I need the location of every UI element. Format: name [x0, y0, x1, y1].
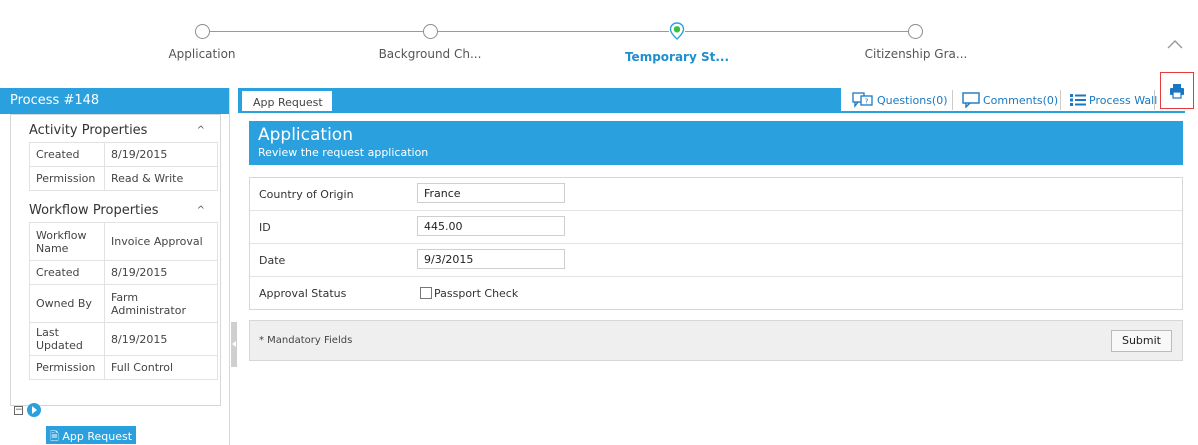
tab-underline	[238, 111, 1185, 113]
process-page: Application Background Ch... Temporary S…	[0, 0, 1198, 445]
step-connector	[210, 31, 423, 32]
print-icon	[1170, 83, 1184, 99]
tab-app-request[interactable]: App Request	[242, 91, 332, 112]
toolbar-divider	[952, 90, 953, 110]
workflow-properties-title: Workflow Properties	[29, 203, 159, 218]
form-row-id: ID	[250, 211, 1182, 244]
property-key: Permission	[29, 166, 105, 191]
property-value: 8/19/2015	[104, 142, 218, 167]
property-value: Invoice Approval	[104, 222, 218, 261]
step-label-application[interactable]: Application	[112, 47, 292, 61]
table-row: Owned By Farm Administrator	[29, 284, 218, 323]
property-value: Read & Write	[104, 166, 218, 191]
comment-icon	[962, 92, 980, 108]
sidebar-splitter[interactable]	[231, 322, 237, 367]
activity-properties-header[interactable]: Activity Properties ^	[11, 115, 220, 142]
request-form: Country of Origin ID Date Approval Statu…	[249, 177, 1183, 310]
submit-button[interactable]: Submit	[1110, 330, 1172, 352]
step-label-temporary[interactable]: Temporary St...	[587, 50, 767, 64]
property-value: 8/19/2015	[104, 260, 218, 285]
process-wall-button[interactable]: Process Wall	[1070, 88, 1157, 112]
content-tabbar: App Request ? Questions(0) Comments(0) P…	[238, 72, 1198, 112]
table-row: Permission Read & Write	[29, 166, 218, 191]
toolbar-divider	[1060, 90, 1061, 110]
id-label: ID	[259, 221, 271, 234]
table-row: Created 8/19/2015	[29, 260, 218, 285]
step-connector	[438, 31, 669, 32]
toolbar-divider	[1154, 90, 1155, 110]
property-key: Workflow Name	[29, 222, 105, 261]
property-key: Owned By	[29, 284, 105, 323]
application-title: Application	[258, 125, 353, 145]
comments-label: Comments(0)	[983, 93, 1059, 107]
workflow-stepper: Application Background Ch... Temporary S…	[0, 0, 1198, 78]
questions-icon: ?	[852, 92, 873, 108]
property-key: Permission	[29, 355, 105, 380]
passport-check-checkbox[interactable]	[420, 287, 432, 299]
property-value: Farm Administrator	[104, 284, 218, 323]
print-button[interactable]	[1160, 72, 1194, 109]
form-footer: * Mandatory Fields Submit	[249, 320, 1183, 361]
chevron-up-icon[interactable]	[1165, 34, 1185, 54]
property-key: Created	[29, 260, 105, 285]
table-row: Created 8/19/2015	[29, 142, 218, 167]
caret-up-icon[interactable]: ^	[197, 205, 205, 216]
step-dot-citizenship[interactable]	[908, 24, 923, 39]
activity-properties-table: Created 8/19/2015 Permission Read & Writ…	[29, 142, 218, 191]
approval-status-label: Approval Status	[259, 287, 347, 300]
questions-button[interactable]: ? Questions(0)	[852, 88, 948, 112]
form-row-approval: Approval Status Passport Check	[250, 277, 1182, 310]
list-icon	[1070, 94, 1086, 106]
caret-up-icon[interactable]: ^	[197, 125, 205, 136]
play-icon[interactable]	[27, 403, 41, 417]
country-label: Country of Origin	[259, 188, 354, 201]
current-step-marker-icon[interactable]	[669, 22, 685, 40]
tree-node-label: App Request	[62, 430, 133, 443]
table-row: Last Updated 8/19/2015	[29, 322, 218, 356]
step-connector	[685, 31, 908, 32]
step-dot-application[interactable]	[195, 24, 210, 39]
date-label: Date	[259, 254, 286, 267]
comments-button[interactable]: Comments(0)	[962, 88, 1058, 112]
application-subtitle: Review the request application	[258, 146, 429, 159]
form-row-date: Date	[250, 244, 1182, 277]
table-row: Workflow Name Invoice Approval	[29, 222, 218, 261]
step-label-background[interactable]: Background Ch...	[340, 47, 520, 61]
tree-collapse-icon[interactable]: −	[14, 406, 23, 415]
workflow-properties-table: Workflow Name Invoice Approval Created 8…	[29, 222, 218, 380]
date-field[interactable]	[417, 249, 565, 269]
mandatory-fields-note: * Mandatory Fields	[259, 335, 353, 346]
questions-label: Questions(0)	[877, 93, 948, 107]
property-key: Last Updated	[29, 322, 105, 356]
tree-node-app-request[interactable]: 🗎 App Request	[46, 426, 137, 444]
properties-panel: Activity Properties ^ Created 8/19/2015 …	[10, 114, 221, 406]
step-label-citizenship[interactable]: Citizenship Gra...	[826, 47, 1006, 61]
form-row-country: Country of Origin	[250, 178, 1182, 211]
activity-properties-title: Activity Properties	[29, 123, 148, 138]
process-wall-label: Process Wall	[1089, 93, 1158, 107]
process-sidebar: Process #148 Activity Properties ^ Creat…	[0, 88, 230, 445]
passport-check-label[interactable]: Passport Check	[434, 287, 518, 300]
process-title: Process #148	[0, 88, 229, 114]
property-key: Created	[29, 142, 105, 167]
svg-text:?: ?	[865, 98, 869, 106]
workflow-properties-header[interactable]: Workflow Properties ^	[11, 191, 220, 222]
tab-strip: App Request	[238, 88, 841, 112]
document-icon: 🗎	[50, 430, 59, 443]
country-field[interactable]	[417, 183, 565, 203]
property-value: Full Control	[104, 355, 218, 380]
property-value: 8/19/2015	[104, 322, 218, 356]
step-dot-background[interactable]	[423, 24, 438, 39]
application-header: Application Review the request applicati…	[249, 121, 1183, 165]
id-field[interactable]	[417, 216, 565, 236]
table-row: Permission Full Control	[29, 355, 218, 380]
